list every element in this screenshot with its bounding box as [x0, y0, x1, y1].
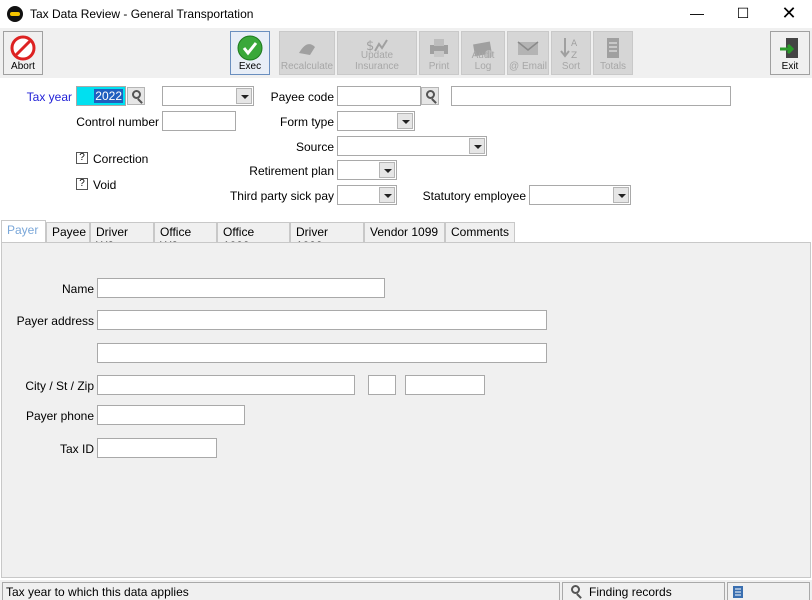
payer-name-input[interactable]	[97, 278, 385, 298]
chevron-down-icon	[379, 187, 395, 203]
chevron-down-icon	[613, 187, 629, 203]
magnifier-icon	[426, 90, 435, 99]
tab-comments[interactable]: Comments	[445, 222, 515, 242]
tab-payee[interactable]: Payee	[46, 222, 90, 242]
checkmark-icon	[237, 35, 263, 61]
magnifier-icon	[132, 90, 141, 99]
tab-driver-w2[interactable]: Driver W2	[90, 222, 154, 253]
chevron-down-icon	[469, 138, 485, 154]
statutory-employee-select[interactable]	[529, 185, 631, 205]
tax-id-input[interactable]	[97, 438, 217, 458]
tax-year-value: 2022	[94, 89, 123, 103]
payer-name-label: Name	[61, 282, 94, 296]
abort-label: Abort	[11, 61, 35, 72]
payer-phone-input[interactable]	[97, 405, 245, 425]
scroll-status-cell	[727, 582, 810, 600]
exec-button[interactable]: Exec	[230, 31, 270, 75]
totals-button[interactable]: Totals	[593, 31, 633, 75]
payer-city-input[interactable]	[97, 375, 355, 395]
minimize-button[interactable]: —	[674, 2, 720, 26]
status-bar: Tax year to which this data applies Find…	[0, 580, 812, 600]
third-party-sick-pay-label: Third party sick pay	[229, 189, 334, 203]
print-button[interactable]: Print	[419, 31, 459, 75]
tab-office-1099[interactable]: Office 1099	[217, 222, 290, 253]
payee-code-input[interactable]	[337, 86, 421, 106]
form-type-label: Form type	[279, 115, 334, 129]
status-message: Tax year to which this data applies	[2, 582, 560, 600]
exit-label: Exit	[781, 61, 799, 72]
third-party-sick-pay-select[interactable]	[337, 185, 397, 205]
abort-icon	[10, 35, 36, 61]
city-st-zip-label: City / St / Zip	[25, 379, 94, 393]
chevron-down-icon	[379, 162, 395, 178]
exit-button[interactable]: Exit	[770, 31, 810, 75]
statutory-employee-label: Statutory employee	[422, 189, 526, 203]
tax-year-qualifier-select[interactable]	[162, 86, 254, 106]
tax-year-input[interactable]: 2022	[76, 86, 126, 106]
title-bar: Tax Data Review - General Transportation…	[0, 0, 812, 28]
exec-label: Exec	[238, 61, 262, 72]
totals-icon	[607, 38, 619, 58]
source-label: Source	[295, 140, 334, 154]
payer-address-line2-input[interactable]	[97, 343, 547, 363]
payer-address-line1-input[interactable]	[97, 310, 547, 330]
audit-log-button[interactable]: Audit Log	[461, 31, 505, 75]
sort-label: Sort	[561, 61, 581, 72]
void-checkbox[interactable]: ?	[76, 178, 88, 190]
window-title: Tax Data Review - General Transportation	[30, 7, 254, 21]
audit-log-label: Audit Log	[471, 50, 495, 72]
payer-panel: Name Payer address City / St / Zip Payer…	[1, 242, 811, 578]
app-logo-icon	[7, 6, 23, 22]
tab-office-w2[interactable]: Office W2	[154, 222, 217, 253]
void-label: Void	[93, 178, 117, 192]
finding-records-status: Finding records	[562, 582, 725, 600]
calculator-icon	[299, 44, 315, 55]
payee-code-search-button[interactable]	[421, 87, 439, 105]
print-label: Print	[428, 61, 450, 72]
scroll-icon	[733, 586, 743, 598]
svg-text:A: A	[571, 39, 578, 49]
payer-zip-input[interactable]	[405, 375, 485, 395]
payer-phone-label: Payer phone	[25, 409, 94, 423]
tax-year-label: Tax year	[26, 90, 72, 104]
tab-driver-1099[interactable]: Driver 1099	[290, 222, 364, 253]
retirement-plan-label: Retirement plan	[249, 164, 334, 178]
retirement-plan-select[interactable]	[337, 160, 397, 180]
finding-records-label: Finding records	[589, 585, 672, 599]
correction-label: Correction	[93, 152, 149, 166]
update-insurance-button[interactable]: $ Update Insurance	[337, 31, 417, 75]
toolbar: Abort Exec Recalculate $ Update Insuranc…	[0, 28, 812, 78]
payee-name-display[interactable]	[451, 86, 731, 106]
tax-id-label: Tax ID	[59, 442, 94, 456]
email-label: @ Email	[509, 61, 547, 72]
update-insurance-label: Update Insurance	[355, 50, 399, 72]
envelope-icon	[517, 41, 539, 55]
email-button[interactable]: @ Email	[507, 31, 549, 75]
maximize-button[interactable]: ☐	[720, 2, 766, 26]
chevron-down-icon	[397, 113, 413, 129]
svg-text:Z: Z	[571, 51, 577, 61]
tab-payer[interactable]: Payer	[1, 220, 46, 243]
magnifier-icon	[571, 585, 580, 594]
printer-icon	[430, 39, 448, 57]
payer-state-input[interactable]	[368, 375, 396, 395]
recalculate-button[interactable]: Recalculate	[279, 31, 335, 75]
close-window-button[interactable]: ✕	[766, 2, 812, 26]
exit-door-icon	[780, 38, 798, 58]
sort-button[interactable]: A Z Sort	[551, 31, 591, 75]
control-number-label: Control number	[76, 115, 159, 129]
correction-checkbox[interactable]: ?	[76, 152, 88, 164]
tax-year-search-button[interactable]	[127, 87, 145, 105]
control-number-input[interactable]	[162, 111, 236, 131]
payee-code-label: Payee code	[270, 90, 334, 104]
tab-vendor-1099[interactable]: Vendor 1099	[364, 222, 445, 242]
totals-label: Totals	[599, 61, 627, 72]
sort-icon: A Z	[560, 38, 578, 61]
abort-button[interactable]: Abort	[3, 31, 43, 75]
payer-address-label: Payer address	[16, 314, 94, 328]
form-type-select[interactable]	[337, 111, 415, 131]
source-select[interactable]	[337, 136, 487, 156]
recalculate-label: Recalculate	[280, 61, 334, 72]
